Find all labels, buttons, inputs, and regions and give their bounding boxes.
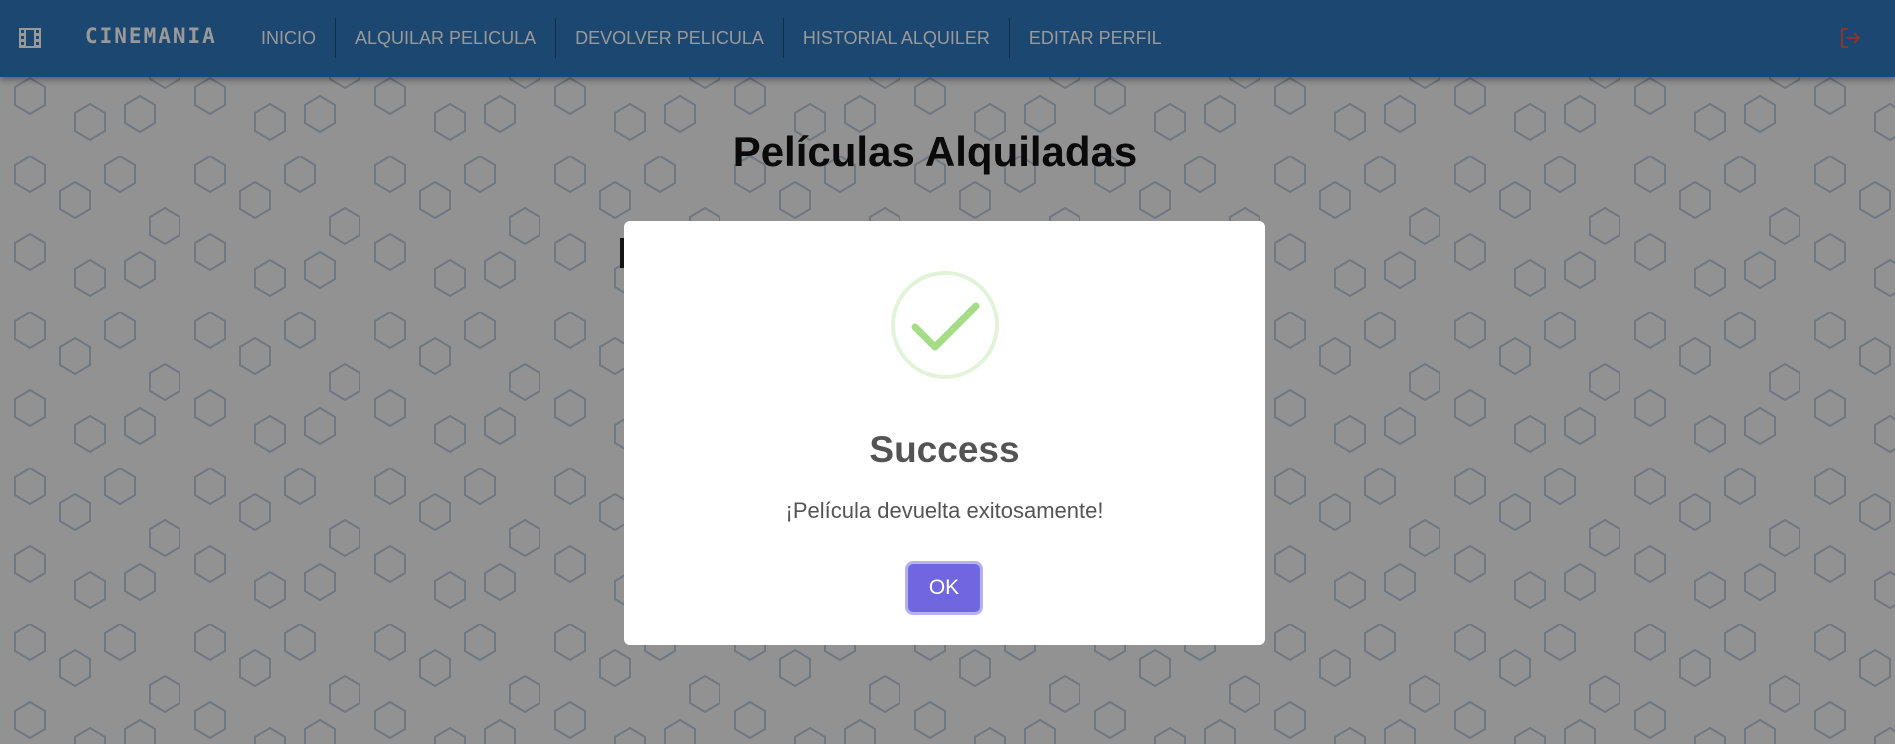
- success-check-icon: [891, 271, 999, 379]
- dialog-title: Success: [869, 429, 1020, 470]
- dialog-message: ¡Película devuelta exitosamente!: [785, 498, 1104, 523]
- ok-button[interactable]: OK: [908, 564, 980, 612]
- success-dialog: Success ¡Película devuelta exitosamente!…: [624, 221, 1265, 645]
